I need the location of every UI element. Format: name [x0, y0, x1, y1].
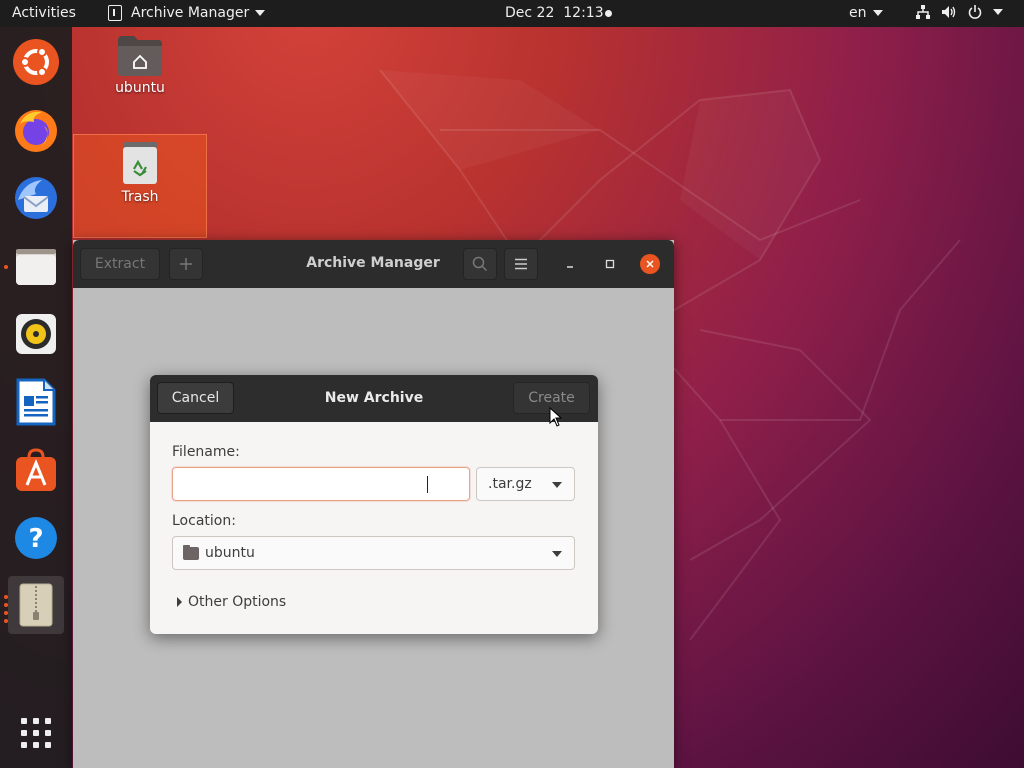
desktop-icon-home[interactable]: ubuntu — [73, 34, 207, 104]
chevron-down-icon — [552, 482, 562, 488]
language-selector[interactable]: en — [849, 5, 883, 21]
power-icon — [968, 5, 982, 19]
location-value: ubuntu — [205, 545, 255, 561]
dock-item-thunderbird[interactable] — [8, 169, 64, 227]
dock: ? — [0, 27, 72, 768]
extension-dropdown[interactable]: .tar.gz — [476, 467, 575, 501]
chevron-down-icon — [552, 551, 562, 557]
dock-item-archive-manager[interactable] — [8, 576, 64, 634]
chevron-down-icon — [872, 10, 883, 16]
mouse-pointer-icon — [549, 407, 563, 427]
dock-item-files[interactable] — [8, 237, 64, 295]
running-indicator-icon — [4, 619, 8, 623]
window-headerbar: Extract Archive Manager — [73, 240, 674, 288]
svg-text:?: ? — [28, 524, 43, 554]
location-label: Location: — [172, 513, 236, 529]
help-icon: ? — [15, 517, 57, 559]
firefox-icon — [15, 110, 57, 152]
dialog-title: New Archive — [324, 390, 424, 406]
system-menu-button[interactable] — [915, 4, 1003, 20]
rhythmbox-icon — [16, 314, 56, 354]
filename-label: Filename: — [172, 444, 240, 460]
create-label: Create — [528, 390, 575, 406]
dialog-headerbar: Cancel New Archive Create — [150, 375, 598, 422]
extension-value: .tar.gz — [488, 476, 532, 492]
trash-icon — [123, 142, 157, 184]
running-indicator-icon — [4, 595, 8, 599]
maximize-icon — [605, 259, 615, 269]
chevron-right-icon — [177, 597, 182, 607]
close-button[interactable] — [640, 254, 660, 274]
folder-icon — [183, 544, 199, 560]
other-options-expander[interactable]: Other Options — [177, 594, 286, 610]
writer-icon — [16, 378, 56, 426]
software-icon — [16, 448, 56, 491]
app-menu-label: Archive Manager — [131, 5, 250, 21]
show-applications-button[interactable] — [8, 704, 64, 762]
cancel-button[interactable]: Cancel — [157, 382, 234, 414]
grid-icon — [21, 718, 51, 748]
desktop-icon-label: ubuntu — [115, 80, 165, 96]
hamburger-icon — [515, 258, 527, 270]
maximize-button[interactable] — [600, 254, 620, 274]
minimize-icon — [567, 266, 573, 268]
activities-button[interactable]: Activities — [12, 5, 76, 21]
dock-item-rhythmbox[interactable] — [8, 305, 64, 363]
window-title: Archive Manager — [306, 255, 440, 271]
extract-button[interactable]: Extract — [80, 248, 160, 280]
thunderbird-icon — [15, 177, 57, 219]
volume-icon — [942, 6, 956, 18]
clock[interactable]: Dec 22 12:13 — [505, 5, 604, 21]
dock-item-firefox[interactable] — [8, 101, 64, 159]
search-icon — [472, 256, 488, 272]
text-cursor — [427, 476, 428, 493]
top-panel: Activities Archive Manager Dec 22 12:13 … — [0, 0, 1024, 27]
chevron-down-icon — [255, 10, 266, 16]
desktop-icon-label: Trash — [121, 189, 159, 205]
extract-label: Extract — [94, 256, 146, 272]
files-icon — [16, 249, 56, 285]
running-indicator-icon — [4, 603, 8, 607]
dock-item-help[interactable]: ? — [8, 509, 64, 567]
ubuntu-logo-icon — [13, 39, 59, 85]
network-icon — [916, 5, 930, 19]
close-icon — [646, 260, 654, 268]
plus-icon — [180, 258, 192, 270]
running-indicator-icon — [4, 265, 8, 269]
app-menu-button[interactable]: Archive Manager — [108, 5, 266, 21]
archive-manager-icon — [108, 5, 122, 21]
other-options-label: Other Options — [188, 594, 287, 610]
language-label: en — [849, 5, 867, 21]
dock-item-ubuntu[interactable] — [8, 33, 64, 91]
add-files-button[interactable] — [169, 248, 203, 280]
desktop-icon-trash[interactable]: Trash — [73, 134, 207, 238]
dock-item-software[interactable] — [8, 441, 64, 499]
minimize-button[interactable] — [560, 254, 580, 274]
archive-icon — [19, 583, 53, 627]
home-folder-icon — [118, 36, 162, 76]
chevron-down-icon — [993, 9, 1003, 15]
filename-input[interactable] — [172, 467, 470, 501]
search-button[interactable] — [463, 248, 497, 280]
cancel-label: Cancel — [171, 390, 220, 406]
notification-dot-icon — [605, 10, 612, 17]
running-indicator-icon — [4, 611, 8, 615]
menu-button[interactable] — [504, 248, 538, 280]
dock-item-writer[interactable] — [8, 373, 64, 431]
new-archive-dialog: Cancel New Archive Create Filename: .tar… — [150, 375, 598, 634]
location-dropdown[interactable]: ubuntu — [172, 536, 575, 570]
